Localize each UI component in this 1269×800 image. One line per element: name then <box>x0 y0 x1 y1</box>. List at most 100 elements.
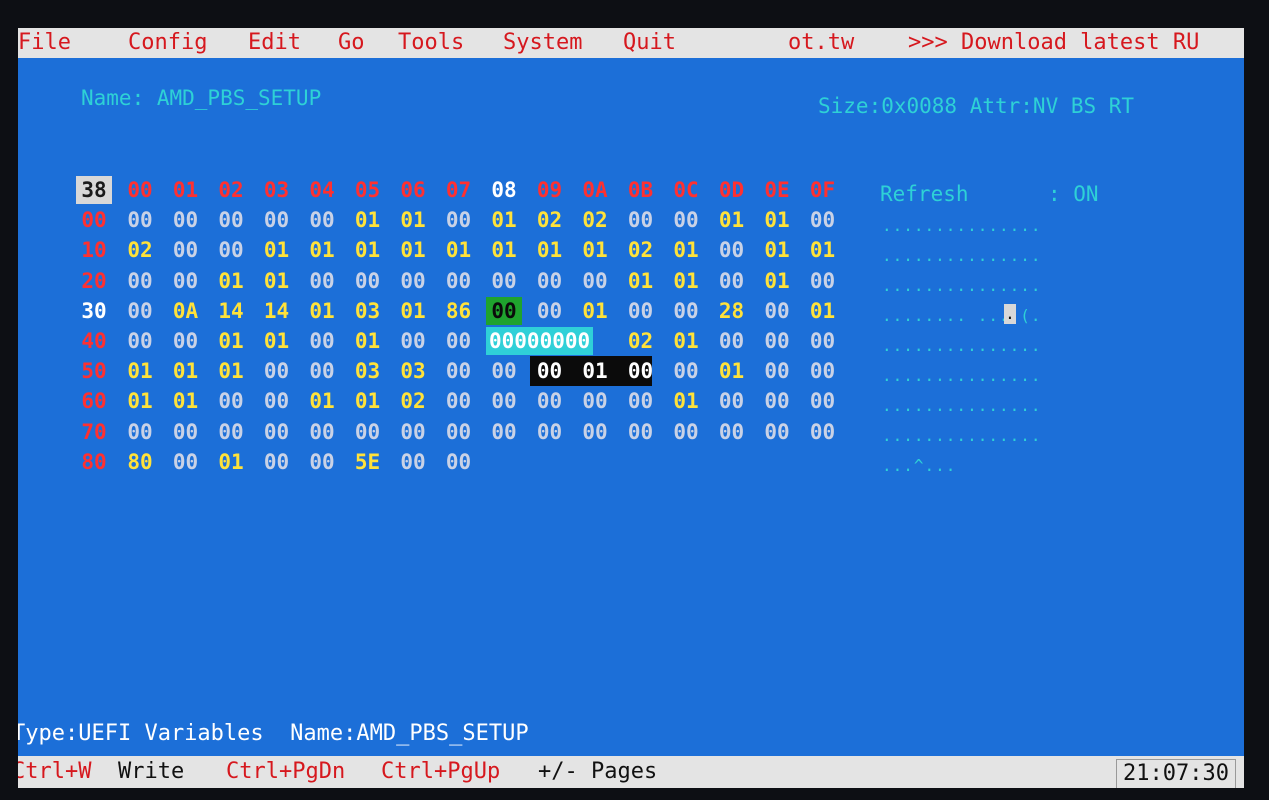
hex-byte-cell[interactable]: 00 <box>759 297 795 325</box>
hex-byte-cell[interactable]: 01 <box>304 297 340 325</box>
hex-byte-cell[interactable]: 00 <box>122 418 158 446</box>
hex-byte-cell[interactable]: 00 <box>805 418 841 446</box>
hex-byte-cell[interactable]: 00 <box>304 327 340 355</box>
hex-byte-cell[interactable]: 00 <box>304 206 340 234</box>
hex-byte-cell[interactable]: 01 <box>759 267 795 295</box>
hex-byte-cell[interactable]: 02 <box>532 206 568 234</box>
hex-byte-cell[interactable]: 00 <box>759 387 795 415</box>
hex-byte-cell[interactable]: 01 <box>486 206 522 234</box>
hex-byte-cell[interactable]: 00 <box>668 206 704 234</box>
hex-byte-cell[interactable]: 00 <box>577 418 613 446</box>
hex-byte-cell[interactable]: 00 <box>805 357 841 385</box>
hex-byte-cell[interactable]: 01 <box>350 206 386 234</box>
hex-byte-cell[interactable]: 01 <box>168 357 204 385</box>
hex-byte-cell[interactable]: 00 <box>441 327 477 355</box>
hex-byte-cell[interactable]: 00 <box>441 387 477 415</box>
hex-byte-cell[interactable]: 02 <box>395 387 431 415</box>
hex-byte-cell[interactable]: 00 <box>759 357 795 385</box>
hex-byte-cell[interactable]: 00 <box>304 418 340 446</box>
key-ctrl-pgup[interactable]: Ctrl+PgUp <box>381 756 500 788</box>
hex-byte-cell[interactable]: 00 <box>486 357 522 385</box>
hex-byte-cell[interactable]: 02 <box>577 206 613 234</box>
hex-byte-cell[interactable]: 01 <box>623 267 659 295</box>
hex-byte-cell[interactable]: 00 <box>759 418 795 446</box>
hex-byte-cell[interactable]: 00 <box>623 206 659 234</box>
hex-byte-cell[interactable]: 01 <box>259 236 295 264</box>
hex-byte-cell[interactable]: 00 <box>668 418 704 446</box>
hex-byte-cell[interactable]: 00 <box>395 418 431 446</box>
menu-go[interactable]: Go <box>338 28 365 58</box>
menu-tools[interactable]: Tools <box>398 28 464 58</box>
hex-byte-cell[interactable]: 01 <box>350 236 386 264</box>
hex-byte-cell[interactable]: 00 <box>714 418 750 446</box>
hex-byte-cell[interactable]: 00 <box>213 418 249 446</box>
hex-byte-cell[interactable]: 01 <box>805 236 841 264</box>
hex-byte-cell[interactable]: 01 <box>486 236 522 264</box>
hex-byte-cell[interactable]: 01 <box>668 236 704 264</box>
hex-byte-cell[interactable]: 01 <box>714 357 750 385</box>
hex-byte-cell[interactable]: 00 <box>805 267 841 295</box>
hex-byte-cell[interactable]: 00 <box>304 448 340 476</box>
menu-edit[interactable]: Edit <box>248 28 301 58</box>
hex-byte-cell[interactable]: 00 <box>714 236 750 264</box>
hex-byte-cell[interactable]: 00 <box>259 418 295 446</box>
hex-byte-cell[interactable]: 01 <box>259 267 295 295</box>
hex-byte-cell[interactable]: 03 <box>350 297 386 325</box>
hex-byte-cell[interactable]: 01 <box>213 448 249 476</box>
hex-byte-cell[interactable]: 01 <box>668 327 704 355</box>
hex-byte-cell[interactable]: 0A <box>168 297 204 325</box>
hex-byte-cell[interactable]: 00 <box>805 206 841 234</box>
hex-byte-cell[interactable]: 02 <box>122 236 158 264</box>
hex-byte-cell[interactable]: 01 <box>668 267 704 295</box>
hex-byte-cell[interactable]: 01 <box>213 267 249 295</box>
hex-byte-cell[interactable]: 00 <box>122 267 158 295</box>
hex-byte-cell[interactable]: 01 <box>577 357 613 385</box>
hex-byte-cell[interactable]: 01 <box>350 327 386 355</box>
hex-byte-cell[interactable]: 00 <box>259 448 295 476</box>
ascii-cursor[interactable]: . <box>1004 304 1016 324</box>
menu-quit[interactable]: Quit <box>623 28 676 58</box>
hex-byte-cell[interactable]: 02 <box>623 236 659 264</box>
hex-byte-cell[interactable]: 00 <box>623 297 659 325</box>
hex-byte-cell[interactable]: 01 <box>532 236 568 264</box>
hex-byte-cell[interactable]: 00 <box>532 297 568 325</box>
hex-byte-cell[interactable]: 01 <box>714 206 750 234</box>
hex-byte-cell[interactable]: 01 <box>350 387 386 415</box>
hex-byte-cell[interactable]: 00 <box>532 267 568 295</box>
download-banner[interactable]: >>> Download latest RU <box>908 28 1199 58</box>
hex-byte-cell[interactable]: 00 <box>486 267 522 295</box>
menu-file[interactable]: File <box>18 28 71 58</box>
hex-byte-cell[interactable]: 01 <box>122 357 158 385</box>
hex-byte-cell[interactable]: 00 <box>168 418 204 446</box>
hex-byte-cell[interactable]: 00 <box>168 327 204 355</box>
hex-byte-cell[interactable]: 80 <box>122 448 158 476</box>
hex-byte-cell[interactable]: 14 <box>213 297 249 325</box>
menu-config[interactable]: Config <box>128 28 207 58</box>
hex-byte-cell[interactable]: 00 <box>304 267 340 295</box>
hex-byte-cell[interactable]: 00 <box>213 206 249 234</box>
hex-byte-cell[interactable]: 01 <box>441 236 477 264</box>
hex-byte-cell[interactable]: 00 <box>213 387 249 415</box>
hex-byte-cell[interactable]: 00 <box>168 236 204 264</box>
hex-byte-cell[interactable]: 01 <box>259 327 295 355</box>
hex-byte-cell[interactable]: 00 <box>441 206 477 234</box>
key-ctrl-w[interactable]: Ctrl+W <box>18 756 91 788</box>
hex-byte-cell[interactable]: 01 <box>213 357 249 385</box>
site-link[interactable]: ot.tw <box>788 28 854 58</box>
refresh-value[interactable]: : ON <box>1048 182 1099 206</box>
hex-byte-cell[interactable]: 00 <box>532 387 568 415</box>
hex-byte-cell[interactable]: 00 <box>714 387 750 415</box>
hex-byte-cell[interactable]: 00 <box>259 387 295 415</box>
hex-byte-cell[interactable]: 03 <box>395 357 431 385</box>
key-ctrl-pgdn[interactable]: Ctrl+PgDn <box>226 756 345 788</box>
hex-byte-cell[interactable]: 01 <box>759 206 795 234</box>
hex-byte-cell[interactable]: 00 <box>714 267 750 295</box>
hex-byte-cell[interactable]: 00 <box>441 267 477 295</box>
hex-byte-cell[interactable]: 01 <box>304 387 340 415</box>
hex-byte-cell[interactable]: 00 <box>350 418 386 446</box>
hex-byte-cell[interactable]: 00 <box>805 327 841 355</box>
hex-byte-cell[interactable]: 00 <box>168 206 204 234</box>
hex-byte-cell[interactable]: 00 <box>623 387 659 415</box>
menu-system[interactable]: System <box>503 28 582 58</box>
hex-byte-cell[interactable]: 00 <box>122 327 158 355</box>
